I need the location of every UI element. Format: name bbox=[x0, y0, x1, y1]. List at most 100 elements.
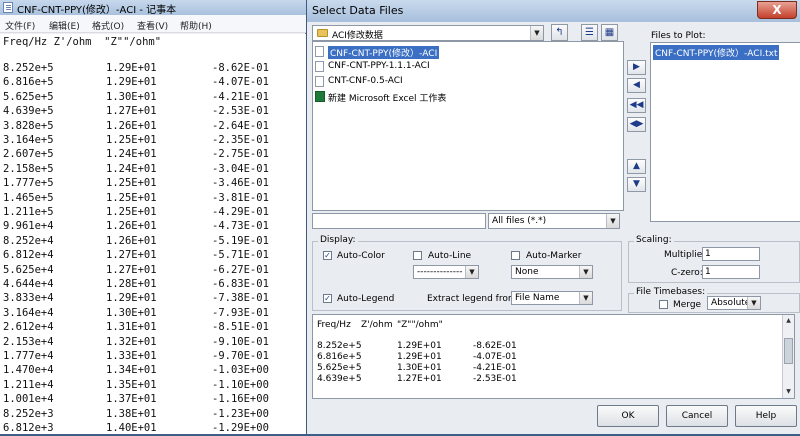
ok-button[interactable]: OK bbox=[597, 405, 659, 427]
dialog-title: Select Data Files bbox=[312, 4, 404, 17]
preview-scrollbar[interactable]: ▲ ▼ bbox=[782, 315, 794, 398]
text-line: 8.252e+3 1.38E+01 -1.23E+00 bbox=[3, 407, 269, 420]
preview-row: 6.816e+5 1.29E+01 -4.07E-01 bbox=[317, 352, 517, 362]
list-item[interactable]: CNF-CNT-PPY-1.1.1-ACI bbox=[315, 60, 615, 74]
select-data-files-dialog: Select Data Files X ACI修改数据 ▼ ↰ ☰ ▦ CNF-… bbox=[306, 0, 800, 434]
text-line: 6.812e+4 1.27E+01 -5.71E-01 bbox=[3, 249, 269, 262]
notepad-titlebar[interactable]: CNF-CNT-PPY(修改）-ACI - 记事本 bbox=[0, 0, 306, 16]
czero-label: C-zero: bbox=[671, 268, 703, 278]
folder-name: ACI修改数据 bbox=[332, 31, 383, 41]
scroll-thumb[interactable] bbox=[784, 338, 793, 364]
auto-line-label: Auto-Line bbox=[428, 251, 472, 261]
preview-row: 4.639e+5 1.27E+01 -2.53E-01 bbox=[317, 374, 517, 384]
chevron-down-icon: ▼ bbox=[465, 266, 478, 278]
list-item[interactable]: CNF-CNT-PPY(修改）-ACI.txt bbox=[653, 45, 780, 60]
details-view-button[interactable]: ▦ bbox=[601, 24, 618, 41]
preview-row: 8.252e+5 1.29E+01 -8.62E-01 bbox=[317, 341, 517, 351]
merge-checkbox[interactable] bbox=[659, 300, 668, 309]
marker-dropdown[interactable]: None ▼ bbox=[511, 265, 593, 279]
up-folder-icon: ↰ bbox=[555, 27, 564, 38]
move-up-button[interactable]: ▲ bbox=[627, 159, 646, 174]
text-line: 1.470e+4 1.34E+01 -1.03E+00 bbox=[3, 364, 269, 377]
file-icon bbox=[315, 46, 324, 57]
text-line: 1.211e+4 1.35E+01 -1.10E+00 bbox=[3, 378, 269, 391]
text-line: 1.211e+5 1.25E+01 -4.29E-01 bbox=[3, 206, 269, 218]
display-group: Display: ✓ Auto-Color Auto-Line Auto-Mar… bbox=[312, 235, 622, 311]
text-line: 6.816e+5 1.29E+01 -4.07E-01 bbox=[3, 76, 269, 89]
chevron-down-icon: ▼ bbox=[579, 292, 592, 304]
file-list[interactable]: CNF-CNT-PPY(修改）-ACI CNF-CNT-PPY-1.1.1-AC… bbox=[312, 41, 624, 211]
move-down-button[interactable]: ▼ bbox=[627, 177, 646, 192]
text-line: 2.612e+4 1.31E+01 -8.51E-01 bbox=[3, 321, 269, 334]
text-line: 5.625e+4 1.27E+01 -6.27E-01 bbox=[3, 263, 269, 276]
help-button[interactable]: Help bbox=[735, 405, 797, 427]
remove-all-button[interactable]: ◀◀ bbox=[627, 98, 646, 113]
text-line: 1.001e+4 1.37E+01 -1.16E+00 bbox=[3, 393, 269, 406]
list-item[interactable]: CNF-CNT-PPY(修改）-ACI bbox=[315, 45, 615, 59]
multiplier-input[interactable]: 1 bbox=[702, 247, 760, 261]
file-name-input[interactable] bbox=[312, 213, 486, 229]
file-timebases-group: File Timebases: Merge Absolute ▼ bbox=[628, 287, 800, 313]
file-icon bbox=[315, 61, 324, 72]
auto-color-label: Auto-Color bbox=[337, 251, 385, 261]
auto-marker-checkbox[interactable] bbox=[511, 251, 520, 260]
auto-legend-label: Auto-Legend bbox=[337, 294, 395, 304]
menu-help[interactable]: 帮助(H) bbox=[180, 19, 212, 32]
chevron-down-icon: ▼ bbox=[606, 214, 619, 228]
auto-color-checkbox[interactable]: ✓ bbox=[323, 251, 332, 260]
file-icon bbox=[315, 76, 324, 87]
text-line: 2.158e+5 1.24E+01 -3.04E-01 bbox=[3, 162, 269, 175]
preview-row: 5.625e+5 1.30E+01 -4.21E-01 bbox=[317, 363, 517, 373]
timebase-mode-dropdown[interactable]: Absolute ▼ bbox=[707, 296, 761, 310]
folder-icon bbox=[317, 29, 328, 37]
swap-files-button[interactable]: ◀▶ bbox=[627, 117, 646, 132]
close-button[interactable]: X bbox=[757, 1, 797, 19]
list-view-button[interactable]: ☰ bbox=[581, 24, 598, 41]
file-type-filter[interactable]: All files (*.*) ▼ bbox=[488, 213, 620, 229]
folder-dropdown[interactable]: ACI修改数据 ▼ bbox=[312, 25, 544, 41]
text-line: 3.828e+5 1.26E+01 -2.64E-01 bbox=[3, 119, 269, 132]
menu-edit[interactable]: 编辑(E) bbox=[49, 19, 80, 32]
chevron-down-icon: ▼ bbox=[747, 297, 760, 309]
swap-arrows-icon: ◀▶ bbox=[629, 119, 644, 129]
add-file-button[interactable]: ▶ bbox=[627, 60, 646, 75]
scaling-label: Scaling: bbox=[634, 235, 674, 245]
excel-icon bbox=[315, 91, 325, 102]
up-folder-button[interactable]: ↰ bbox=[551, 24, 568, 41]
files-to-plot-list[interactable]: CNF-CNT-PPY(修改）-ACI.txt bbox=[650, 42, 800, 222]
arrow-up-icon: ▲ bbox=[633, 161, 640, 171]
auto-legend-checkbox[interactable]: ✓ bbox=[323, 294, 332, 303]
text-line: 8.252e+5 1.29E+01 -8.62E-01 bbox=[3, 62, 269, 74]
text-line: 5.625e+5 1.30E+01 -4.21E-01 bbox=[3, 90, 269, 103]
menu-file[interactable]: 文件(F) bbox=[5, 19, 35, 32]
text-line: 9.961e+4 1.26E+01 -4.73E-01 bbox=[3, 220, 269, 233]
dialog-titlebar[interactable]: Select Data Files X bbox=[307, 0, 800, 22]
text-line: 3.833e+4 1.29E+01 -7.38E-01 bbox=[3, 292, 269, 305]
notepad-window: CNF-CNT-PPY(修改）-ACI - 记事本 文件(F) 编辑(E) 格式… bbox=[0, 0, 306, 434]
scroll-up-icon[interactable]: ▲ bbox=[784, 316, 793, 326]
scaling-group: Scaling: Multiplier: 1 C-zero: 1 bbox=[628, 235, 800, 283]
scroll-down-icon[interactable]: ▼ bbox=[784, 387, 793, 397]
line-style-dropdown[interactable]: -------------- ▼ bbox=[413, 265, 479, 279]
preview-header: Freq/Hz Z'/ohm "Z""/ohm" bbox=[317, 320, 443, 330]
file-preview[interactable]: Freq/Hz Z'/ohm "Z""/ohm" 8.252e+5 1.29E+0… bbox=[312, 314, 795, 399]
auto-marker-label: Auto-Marker bbox=[526, 251, 582, 261]
list-item[interactable]: 新建 Microsoft Excel 工作表 bbox=[315, 90, 615, 104]
notepad-menubar: 文件(F) 编辑(E) 格式(O) 查看(V) 帮助(H) bbox=[0, 15, 306, 33]
list-item[interactable]: CNT-CNF-0.5-ACI bbox=[315, 75, 615, 89]
arrow-left-icon: ◀ bbox=[633, 80, 640, 90]
auto-line-checkbox[interactable] bbox=[413, 251, 422, 260]
menu-format[interactable]: 格式(O) bbox=[92, 19, 124, 32]
czero-input[interactable]: 1 bbox=[702, 265, 760, 279]
menu-view[interactable]: 查看(V) bbox=[137, 19, 168, 32]
text-line: 1.465e+5 1.25E+01 -3.81E-01 bbox=[3, 191, 269, 204]
text-line: 4.644e+4 1.28E+01 -6.83E-01 bbox=[3, 278, 269, 290]
extract-legend-dropdown[interactable]: File Name ▼ bbox=[511, 291, 593, 305]
notepad-text-area[interactable]: Freq/Hz Z'/ohm "Z""/ohm" 8.252e+5 1.29E+0… bbox=[0, 34, 306, 434]
text-line: 8.252e+4 1.26E+01 -5.19E-01 bbox=[3, 234, 269, 247]
files-to-plot-label: Files to Plot: bbox=[651, 31, 706, 41]
remove-file-button[interactable]: ◀ bbox=[627, 78, 646, 93]
cancel-button[interactable]: Cancel bbox=[666, 405, 728, 427]
double-arrow-left-icon: ◀◀ bbox=[629, 100, 644, 110]
text-line: 1.777e+4 1.33E+01 -9.70E-01 bbox=[3, 350, 269, 362]
